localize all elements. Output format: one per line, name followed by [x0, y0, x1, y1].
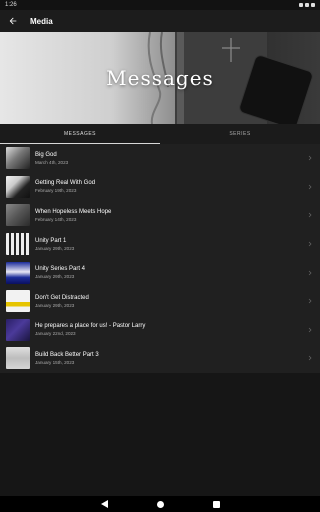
message-title: When Hopeless Meets Hope — [35, 208, 112, 215]
tab-series[interactable]: SERIES — [160, 124, 320, 144]
message-thumbnail — [6, 204, 30, 227]
message-title: Unity Series Part 4 — [35, 266, 86, 273]
chevron-right-icon — [308, 327, 312, 333]
chevron-right-icon — [308, 270, 312, 275]
system-nav-bar — [0, 496, 320, 512]
message-item-prepares-place[interactable]: He prepares a place for us! - Pastor Lar… — [0, 316, 320, 345]
status-time: 1:26 — [5, 2, 17, 8]
chevron-right-icon — [308, 213, 312, 218]
message-thumbnail — [6, 290, 30, 313]
message-item-build-back-better[interactable]: Build Back Better Part 3 January 15th, 2… — [0, 344, 320, 373]
status-bar: 1:26 — [0, 0, 320, 10]
chevron-right-icon — [308, 156, 312, 161]
message-list: Big God March 4th, 2023 Getting Real Wit… — [0, 144, 320, 373]
hero-banner: Messages — [0, 32, 320, 124]
battery-icon — [311, 3, 315, 7]
message-thumbnail — [6, 175, 30, 198]
message-item-hopeless-hope[interactable]: When Hopeless Meets Hope February 14th, … — [0, 201, 320, 230]
status-icons — [299, 3, 315, 7]
message-item-unity-part-1[interactable]: Unity Part 1 January 29th, 2023 — [0, 230, 320, 259]
message-title: Build Back Better Part 3 — [35, 351, 99, 358]
tab-series-label: SERIES — [229, 131, 251, 137]
tab-messages-label: MESSAGES — [63, 131, 97, 137]
message-date: January 29th, 2023 — [35, 302, 75, 308]
tab-bar: MESSAGES SERIES — [0, 124, 320, 144]
message-title: Don't Get Distracted — [35, 294, 89, 301]
back-arrow-icon[interactable] — [6, 14, 20, 28]
app-bar: Media — [0, 10, 320, 32]
app-title: Media — [30, 16, 53, 26]
message-title: Unity Part 1 — [35, 237, 67, 244]
message-thumbnail — [6, 233, 30, 256]
signal-icon — [299, 3, 303, 7]
message-item-dont-get-distracted[interactable]: Don't Get Distracted January 29th, 2023 — [0, 287, 320, 316]
message-thumbnail — [6, 147, 30, 170]
message-date: February 14th, 2023 — [35, 216, 77, 222]
nav-back-icon[interactable] — [99, 499, 109, 509]
message-item-getting-real[interactable]: Getting Real With God February 19th, 202… — [0, 173, 320, 202]
message-date: February 19th, 2023 — [35, 188, 77, 194]
nav-recents-icon[interactable] — [211, 499, 221, 509]
chevron-right-icon — [308, 241, 312, 247]
message-date: January 29th, 2023 — [35, 274, 75, 280]
nav-home-icon[interactable] — [155, 499, 165, 509]
message-thumbnail — [6, 318, 30, 341]
hero-title: Messages — [106, 66, 214, 90]
message-title: He prepares a place for us! - Pastor Lar… — [35, 323, 146, 330]
chevron-right-icon — [308, 356, 312, 361]
message-item-big-god[interactable]: Big God March 4th, 2023 — [0, 144, 320, 173]
message-title: Getting Real With God — [35, 180, 96, 187]
tab-messages[interactable]: MESSAGES — [0, 124, 160, 144]
message-date: January 29th, 2023 — [35, 245, 75, 251]
chevron-right-icon — [308, 184, 312, 190]
wifi-icon — [305, 3, 309, 7]
message-date: January 15th, 2023 — [35, 359, 75, 365]
message-date: January 22nd, 2023 — [35, 331, 76, 337]
message-thumbnail — [6, 261, 30, 284]
message-thumbnail — [6, 347, 30, 370]
chevron-right-icon — [308, 299, 312, 304]
message-date: March 4th, 2023 — [35, 159, 69, 165]
message-item-unity-series-4[interactable]: Unity Series Part 4 January 29th, 2023 — [0, 258, 320, 287]
message-title: Big God — [35, 151, 57, 158]
